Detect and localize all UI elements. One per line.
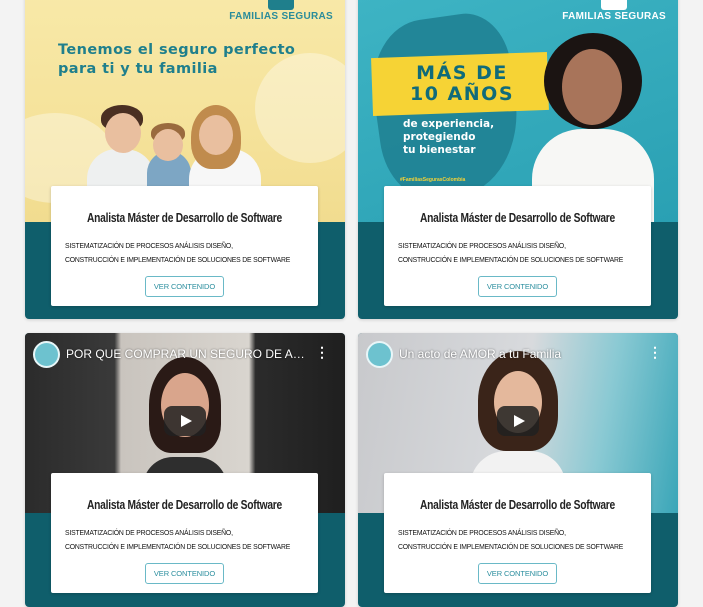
course-card-4: Un acto de AMOR a tu Familia ⋮ Analista …	[358, 333, 678, 607]
headline-line-2: para ti y tu familia	[58, 61, 218, 77]
description-line-2: CONSTRUCCIÓN E IMPLEMENTACIÓN DE SOLUCIO…	[65, 254, 291, 264]
course-description: SISTEMATIZACIÓN DE PROCESOS ANÁLISIS DIS…	[398, 239, 623, 266]
father-face	[105, 113, 141, 153]
headline-line-1: Tenemos el seguro perfecto	[58, 42, 296, 58]
course-info-box: Analista Máster de Desarrollo de Softwar…	[384, 473, 651, 593]
familias-seguras-logo: FAMILIAS SEGURAS	[229, 0, 333, 22]
family-photo	[85, 101, 285, 199]
view-content-button[interactable]: VER CONTENIDO	[145, 276, 224, 297]
course-title: Analista Máster de Desarrollo de Softwar…	[87, 498, 282, 512]
course-description: SISTEMATIZACIÓN DE PROCESOS ANÁLISIS DIS…	[65, 526, 290, 553]
description-line-1: SISTEMATIZACIÓN DE PROCESOS ANÁLISIS DIS…	[398, 528, 566, 537]
course-card-3: POR QUE COMPRAR UN SEGURO DE AHOR... ⋮ A…	[25, 333, 345, 607]
mother-face	[199, 115, 233, 155]
course-card-2: FAMILIAS SEGURAS MÁS DE 10 AÑOS de exper…	[358, 0, 678, 319]
description-line-2: CONSTRUCCIÓN E IMPLEMENTACIÓN DE SOLUCIO…	[398, 541, 624, 551]
description-line-2: CONSTRUCCIÓN E IMPLEMENTACIÓN DE SOLUCIO…	[65, 541, 291, 551]
experience-line-1: de experiencia,	[403, 118, 495, 130]
logo-text: FAMILIAS SEGURAS	[562, 11, 666, 22]
course-info-box: Analista Máster de Desarrollo de Softwar…	[384, 186, 651, 306]
child-face	[153, 129, 183, 161]
description-line-1: SISTEMATIZACIÓN DE PROCESOS ANÁLISIS DIS…	[65, 241, 233, 250]
logo-umbrella-icon	[268, 0, 295, 10]
view-content-button[interactable]: VER CONTENIDO	[478, 276, 557, 297]
course-title: Analista Máster de Desarrollo de Softwar…	[420, 211, 615, 225]
familias-seguras-logo: FAMILIAS SEGURAS	[562, 0, 666, 22]
experience-line-2: protegiendo	[403, 131, 476, 143]
years-line-1: MÁS DE	[416, 62, 508, 84]
more-options-icon[interactable]: ⋮	[648, 345, 662, 359]
video-title[interactable]: Un acto de AMOR a tu Familia	[399, 347, 644, 361]
woman-face	[562, 49, 622, 125]
hashtag-text: #FamiliasSegurasColombia	[400, 177, 466, 183]
course-card-1: FAMILIAS SEGURAS Tenemos el seguro perfe…	[25, 0, 345, 319]
description-line-1: SISTEMATIZACIÓN DE PROCESOS ANÁLISIS DIS…	[65, 528, 233, 537]
play-button-icon[interactable]	[497, 406, 539, 436]
course-title: Analista Máster de Desarrollo de Softwar…	[420, 498, 615, 512]
video-title[interactable]: POR QUE COMPRAR UN SEGURO DE AHOR...	[66, 347, 311, 361]
banner-headline: Tenemos el seguro perfecto para ti y tu …	[58, 41, 298, 79]
course-title: Analista Máster de Desarrollo de Softwar…	[87, 211, 282, 225]
logo-umbrella-icon	[601, 0, 628, 10]
channel-avatar[interactable]	[366, 341, 393, 368]
course-description: SISTEMATIZACIÓN DE PROCESOS ANÁLISIS DIS…	[65, 239, 290, 266]
view-content-button[interactable]: VER CONTENIDO	[145, 563, 224, 584]
course-info-box: Analista Máster de Desarrollo de Softwar…	[51, 186, 318, 306]
course-description: SISTEMATIZACIÓN DE PROCESOS ANÁLISIS DIS…	[398, 526, 623, 553]
channel-avatar[interactable]	[33, 341, 60, 368]
description-line-2: CONSTRUCCIÓN E IMPLEMENTACIÓN DE SOLUCIO…	[398, 254, 624, 264]
course-info-box: Analista Máster de Desarrollo de Softwar…	[51, 473, 318, 593]
more-options-icon[interactable]: ⋮	[315, 345, 329, 359]
description-line-1: SISTEMATIZACIÓN DE PROCESOS ANÁLISIS DIS…	[398, 241, 566, 250]
years-line-2: 10 AÑOS	[410, 83, 514, 105]
experience-line-3: tu bienestar	[403, 144, 476, 156]
years-headline: MÁS DE 10 AÑOS	[403, 63, 521, 105]
view-content-button[interactable]: VER CONTENIDO	[478, 563, 557, 584]
play-button-icon[interactable]	[164, 406, 206, 436]
logo-text: FAMILIAS SEGURAS	[229, 11, 333, 22]
experience-text: de experiencia, protegiendo tu bienestar	[403, 118, 494, 157]
